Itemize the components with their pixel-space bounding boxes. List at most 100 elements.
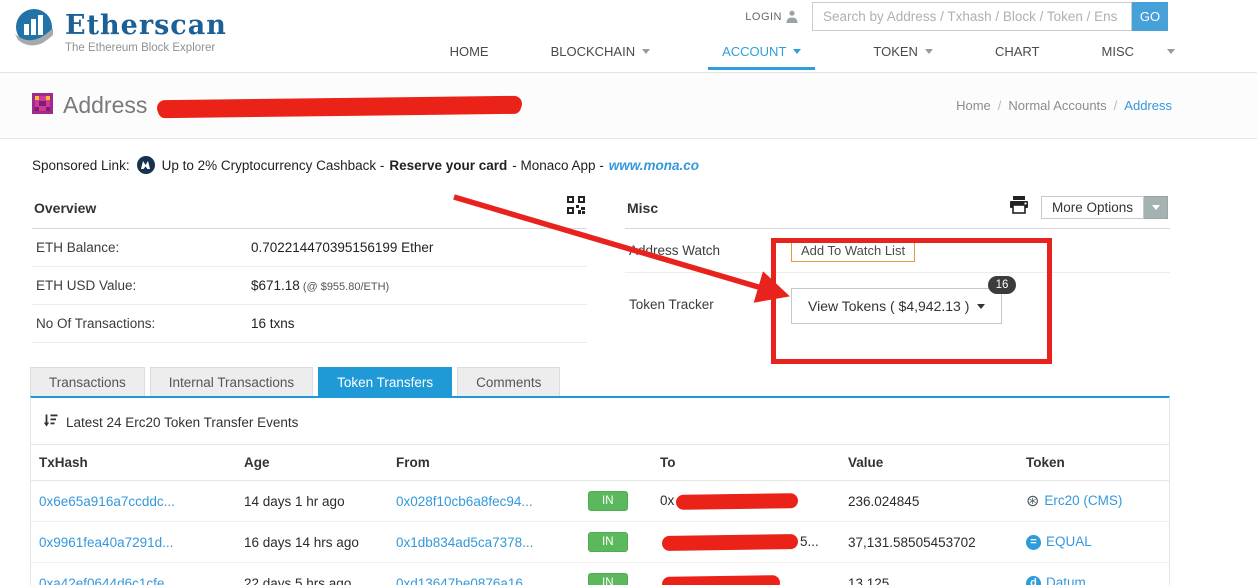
tx-count-value: 16 txns [251,316,295,331]
nav-home[interactable]: HOME [446,38,493,70]
person-icon[interactable] [786,10,798,24]
address-identicon [32,93,53,119]
direction-badge: IN [588,491,628,511]
token-count-badge: 16 [988,276,1017,294]
add-to-watch-list-button[interactable]: Add To Watch List [791,239,915,262]
nav-account[interactable]: ACCOUNT [708,38,815,70]
value-cell: 13.125 [840,563,1018,585]
txhash-link[interactable]: 0x6e65a916a7ccddc... [39,494,175,509]
redaction-scribble-to [662,575,780,585]
printer-icon[interactable] [1009,196,1029,219]
age-cell: 14 days 1 hr ago [236,481,388,522]
col-token: Token [1018,445,1169,481]
address-watch-row: Address Watch Add To Watch List [625,229,1170,273]
token-link[interactable]: Erc20 (CMS) [1044,493,1122,508]
sponsored-url-link[interactable]: www.mona.co [609,158,699,173]
token-tracker-label: Token Tracker [629,297,791,312]
from-address-link[interactable]: 0xd13647be0876a16 [396,576,523,585]
qr-code-icon[interactable] [567,196,585,219]
breadcrumb: Home/Normal Accounts/Address [956,98,1172,113]
sort-amount-icon [43,413,58,431]
overview-title: Overview [34,200,96,216]
table-row: 0x9961fea40a7291d... 16 days 14 hrs ago … [31,522,1169,563]
from-address-link[interactable]: 0x028f10cb6a8fec94... [396,494,533,509]
col-age: Age [236,445,388,481]
top-bar: Etherscan The Ethereum Block Explorer LO… [0,0,1257,73]
eth-balance-value: 0.702214470395156199 Ether [251,240,433,255]
equal-token-icon: = [1026,535,1041,550]
table-row: 0xa42ef0644d6c1cfe 22 days 5 hrs ago 0xd… [31,563,1169,585]
redaction-scribble-address [157,95,522,115]
token-transfers-table: TxHash Age From To Value Token 0x6e65a91… [31,444,1169,585]
monaco-icon [137,156,155,174]
misc-title: Misc [627,200,658,216]
datum-token-icon: d [1026,576,1041,585]
token-link[interactable]: Datum [1046,575,1086,585]
eth-usd-row: ETH USD Value: $671.18(@ $955.80/ETH) [32,267,587,305]
main-nav: HOME BLOCKCHAIN ACCOUNT TOKEN CHART MISC [392,38,1257,70]
col-to: To [652,445,840,481]
direction-badge: IN [588,532,628,552]
age-cell: 22 days 5 hrs ago [236,563,388,585]
search-input[interactable] [812,2,1132,31]
value-cell: 236.024845 [840,481,1018,522]
eth-rate-note: (@ $955.80/ETH) [303,281,389,293]
go-button[interactable]: GO [1132,2,1168,31]
login-link[interactable]: LOGIN [745,11,782,23]
sponsored-link-bar: Sponsored Link: Up to 2% Cryptocurrency … [32,156,1257,174]
more-options-button[interactable]: More Options [1041,196,1168,219]
sponsored-text: Up to 2% Cryptocurrency Cashback - [162,158,385,173]
eth-usd-value: $671.18(@ $955.80/ETH) [251,278,389,293]
breadcrumb-normal-accounts[interactable]: Normal Accounts [1008,98,1106,113]
token-tracker-row: Token Tracker View Tokens ( $4,942.13 ) … [625,273,1170,335]
table-row: 0x6e65a916a7ccddc... 14 days 1 hr ago 0x… [31,481,1169,522]
txhash-link[interactable]: 0xa42ef0644d6c1cfe [39,576,164,585]
erc20-token-icon: ⊛ [1026,493,1039,509]
chevron-down-icon [1167,49,1175,54]
sponsored-after: - Monaco App - [512,158,604,173]
chevron-down-icon [793,49,801,54]
misc-panel: Misc More Options [625,190,1170,343]
direction-badge: IN [588,573,628,585]
page-title: Address [32,92,522,119]
overview-panel: Overview ETH Balance: 0.7022144703951561… [32,190,587,343]
sponsored-bold: Reserve your card [389,158,507,173]
page-header-band: Address Home/Normal Accounts/Address [0,73,1257,139]
view-tokens-dropdown[interactable]: View Tokens ( $4,942.13 ) [791,288,1002,324]
redaction-scribble-to [676,493,798,510]
token-link[interactable]: EQUAL [1046,534,1092,549]
nav-token[interactable]: TOKEN [869,38,937,70]
breadcrumb-address[interactable]: Address [1124,98,1172,113]
address-watch-label: Address Watch [629,243,791,258]
chevron-down-icon [925,49,933,54]
more-options-caret[interactable] [1144,196,1168,219]
etherscan-page: Etherscan The Ethereum Block Explorer LO… [0,0,1257,585]
col-from: From [388,445,580,481]
eth-usd-label: ETH USD Value: [36,278,251,293]
tab-token-transfers[interactable]: Token Transfers [318,367,452,396]
logo-title: Etherscan [65,12,227,39]
page-title-text: Address [63,92,147,119]
tab-transactions[interactable]: Transactions [30,367,145,396]
chevron-down-icon [642,49,650,54]
from-address-link[interactable]: 0x1db834ad5ca7378... [396,535,533,550]
sponsored-prefix: Sponsored Link: [32,158,130,173]
logo-tagline: The Ethereum Block Explorer [65,42,227,54]
tx-count-row: No Of Transactions: 16 txns [32,305,587,343]
nav-chart[interactable]: CHART [991,38,1044,70]
tab-bar: Transactions Internal Transactions Token… [30,367,1257,396]
token-transfers-panel: Latest 24 Erc20 Token Transfer Events Tx… [30,396,1170,585]
tab-comments[interactable]: Comments [457,367,560,396]
nav-misc[interactable]: MISC [1098,38,1180,70]
nav-blockchain[interactable]: BLOCKCHAIN [547,38,655,70]
breadcrumb-home[interactable]: Home [956,98,991,113]
redaction-scribble-to [662,534,798,551]
chevron-down-icon [1152,205,1160,210]
chevron-down-icon [977,304,985,309]
col-txhash: TxHash [31,445,236,481]
tab-internal-transactions[interactable]: Internal Transactions [150,367,313,396]
tx-count-label: No Of Transactions: [36,316,251,331]
value-cell: 37,131.58505453702 [840,522,1018,563]
txhash-link[interactable]: 0x9961fea40a7291d... [39,535,173,550]
logo[interactable]: Etherscan The Ethereum Block Explorer [0,0,227,72]
